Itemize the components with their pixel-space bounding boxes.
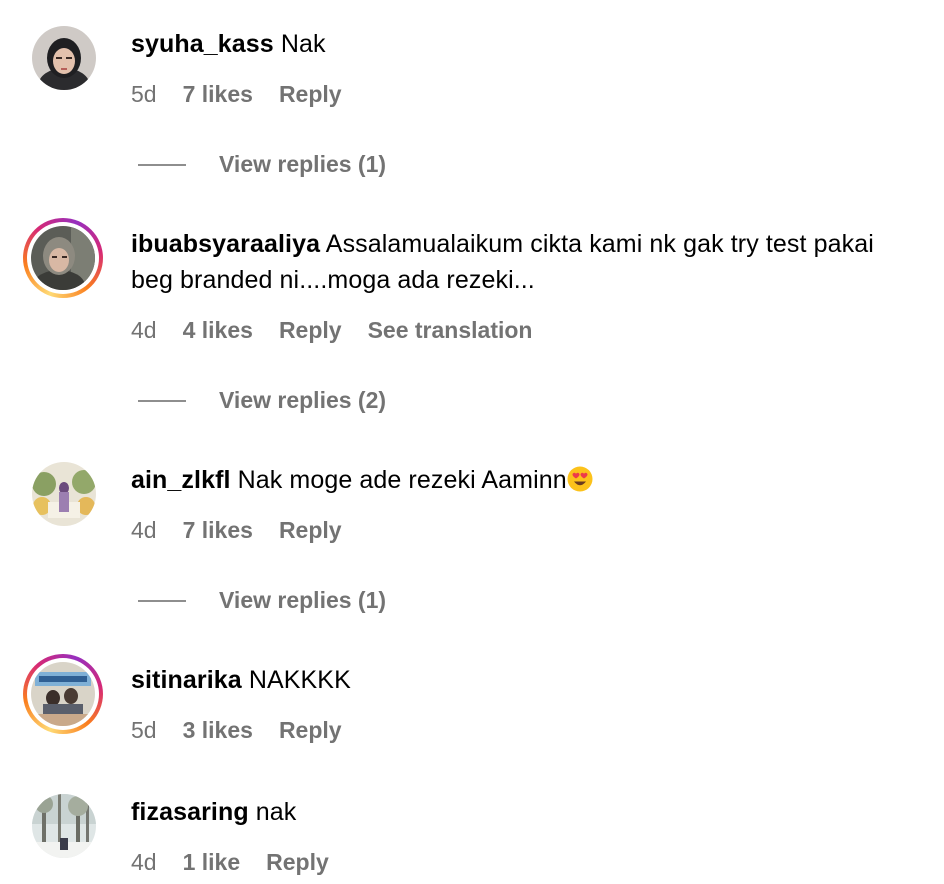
reply-button[interactable]: Reply: [266, 849, 329, 876]
heart-eyes-emoji-icon: [567, 466, 593, 492]
see-translation-button[interactable]: See translation: [368, 317, 533, 344]
replies-divider: [138, 399, 186, 402]
comment-username[interactable]: ibuabsyaraaliya: [131, 230, 320, 258]
replies-divider: [138, 163, 186, 166]
comment-meta: 5d 7 likes Reply: [131, 81, 342, 108]
comment-body: syuha_kass Nak: [131, 26, 921, 62]
reply-button[interactable]: Reply: [279, 517, 342, 544]
comment-body: fizasaring nak: [131, 794, 921, 830]
view-replies-label: View replies (1): [219, 587, 387, 613]
comment-username[interactable]: fizasaring: [131, 798, 249, 826]
reply-button[interactable]: Reply: [279, 717, 342, 744]
comment-meta: 4d 7 likes Reply: [131, 517, 342, 544]
comment-text: Nak: [280, 30, 326, 58]
avatar[interactable]: [32, 794, 96, 858]
comment-body: ibuabsyaraaliya Assalamualaikum cikta ka…: [131, 226, 921, 298]
comment-text: NAKKKK: [248, 666, 351, 694]
likes-count[interactable]: 7 likes: [183, 81, 253, 108]
view-replies-button[interactable]: View replies (1): [138, 151, 386, 178]
replies-divider: [138, 599, 186, 602]
comment-username[interactable]: syuha_kass: [131, 30, 274, 58]
avatar-story-ring[interactable]: [23, 218, 103, 298]
comment-meta: 4d 4 likes Reply See translation: [131, 317, 532, 344]
comment-meta: 4d 1 like Reply: [131, 849, 329, 876]
view-replies-button[interactable]: View replies (1): [138, 587, 386, 614]
comment-age: 5d: [131, 717, 157, 743]
likes-count[interactable]: 7 likes: [183, 517, 253, 544]
reply-button[interactable]: Reply: [279, 81, 342, 108]
comment-username[interactable]: ain_zlkfl: [131, 466, 231, 494]
reply-button[interactable]: Reply: [279, 317, 342, 344]
comment-age: 5d: [131, 81, 157, 107]
comment-age: 4d: [131, 317, 157, 343]
comment-text: Nak moge ade rezeki Aaminn: [237, 466, 567, 494]
comment-username[interactable]: sitinarika: [131, 666, 242, 694]
avatar: [31, 662, 95, 726]
view-replies-label: View replies (2): [219, 387, 387, 413]
view-replies-button[interactable]: View replies (2): [138, 387, 386, 414]
comment-text: nak: [255, 798, 297, 826]
avatar: [31, 226, 95, 290]
comment-body: ain_zlkfl Nak moge ade rezeki Aaminn: [131, 462, 921, 498]
likes-count[interactable]: 3 likes: [183, 717, 253, 744]
view-replies-label: View replies (1): [219, 151, 387, 177]
comment-body: sitinarika NAKKKK: [131, 662, 921, 698]
comment-meta: 5d 3 likes Reply: [131, 717, 342, 744]
avatar-story-ring[interactable]: [23, 654, 103, 734]
avatar[interactable]: [32, 26, 96, 90]
comment-age: 4d: [131, 849, 157, 875]
likes-count[interactable]: 4 likes: [183, 317, 253, 344]
avatar[interactable]: [32, 462, 96, 526]
comment-age: 4d: [131, 517, 157, 543]
likes-count[interactable]: 1 like: [183, 849, 241, 876]
